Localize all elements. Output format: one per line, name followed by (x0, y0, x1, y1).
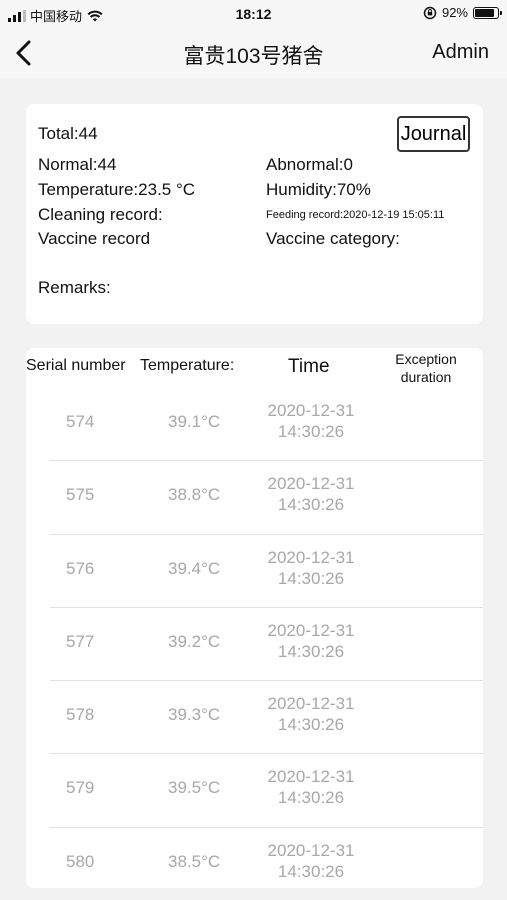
abnormal-count: Abnormal:0 (266, 155, 353, 174)
header-serial-number: Serial number (26, 357, 126, 374)
cell-time: 2020-12-31 14:30:26 (267, 620, 355, 661)
cell-temperature: 39.2°C (168, 631, 221, 651)
cell-time: 2020-12-31 14:30:26 (267, 547, 355, 588)
page-title: 富贵103号猪舍 (183, 45, 324, 68)
table-row[interactable]: 574 39.1°C 2020-12-31 14:30:26 (50, 388, 483, 462)
cell-temperature: 39.4°C (168, 558, 221, 578)
cell-serial: 576 (66, 558, 95, 578)
temperature-reading: Temperature:23.5 °C (38, 180, 196, 199)
vaccine-record: Vaccine record (38, 229, 151, 248)
cell-time: 2020-12-31 14:30:26 (267, 767, 355, 808)
normal-count: Normal:44 (38, 155, 117, 174)
table-row[interactable]: 580 38.5°C 2020-12-31 14:30:26 (50, 828, 483, 888)
battery-icon (473, 6, 502, 19)
cell-serial: 574 (66, 412, 95, 431)
cell-serial: 575 (66, 485, 95, 505)
cell-serial: 578 (66, 705, 95, 725)
table-row[interactable]: 577 39.2°C 2020-12-31 14:30:26 (50, 608, 483, 682)
cell-time: 2020-12-31 14:30:26 (267, 694, 355, 735)
vaccine-category: Vaccine category: (266, 229, 400, 248)
cell-serial: 580 (66, 851, 95, 871)
table-row[interactable]: 578 39.3°C 2020-12-31 14:30:26 (50, 681, 483, 755)
remarks: Remarks: (38, 278, 111, 297)
table-row[interactable]: 579 39.5°C 2020-12-31 14:30:26 (50, 754, 483, 828)
cell-temperature: 38.8°C (168, 485, 221, 505)
header-time: Time (288, 356, 330, 377)
cell-time: 2020-12-31 14:30:26 (267, 474, 355, 515)
rotation-lock-icon (423, 6, 437, 19)
cell-temperature: 39.3°C (168, 705, 221, 725)
table-body: 574 39.1°C 2020-12-31 14:30:26 575 38.8°C… (26, 388, 483, 888)
total-count: Total:44 (38, 124, 98, 143)
cell-serial: 579 (66, 778, 95, 798)
feeding-record: Feeding record:2020-12-19 15:05:11 (266, 209, 445, 221)
status-bar: 中国移动 18:12 92% (0, 0, 507, 28)
cell-serial: 577 (66, 631, 95, 651)
cell-temperature: 38.5°C (168, 851, 221, 871)
admin-label[interactable]: Admin (432, 41, 489, 64)
cell-temperature: 39.5°C (168, 778, 221, 798)
cleaning-record: Cleaning record: (38, 205, 163, 224)
temperature-table: Serial number Temperature: Time Exceptio… (26, 348, 483, 888)
table-row[interactable]: 575 38.8°C 2020-12-31 14:30:26 (50, 461, 483, 535)
navigation-bar: 富贵103号猪舍 Admin (0, 28, 507, 78)
barn-info-card: Total:44 Journal Normal:44 Abnormal:0 Te… (26, 104, 483, 324)
header-temperature: Temperature: (140, 357, 235, 374)
status-bar-right: 92% (423, 5, 502, 20)
cell-time: 2020-12-31 14:30:26 (267, 401, 355, 441)
table-row[interactable]: 576 39.4°C 2020-12-31 14:30:26 (50, 535, 483, 608)
header-exception-duration: Exception duration (395, 351, 457, 385)
journal-button[interactable]: Journal (397, 116, 470, 152)
battery-percent: 92% (441, 5, 468, 20)
cell-time: 2020-12-31 14:30:26 (267, 840, 355, 881)
humidity-reading: Humidity:70% (266, 180, 371, 199)
cell-temperature: 39.1°C (168, 412, 221, 431)
